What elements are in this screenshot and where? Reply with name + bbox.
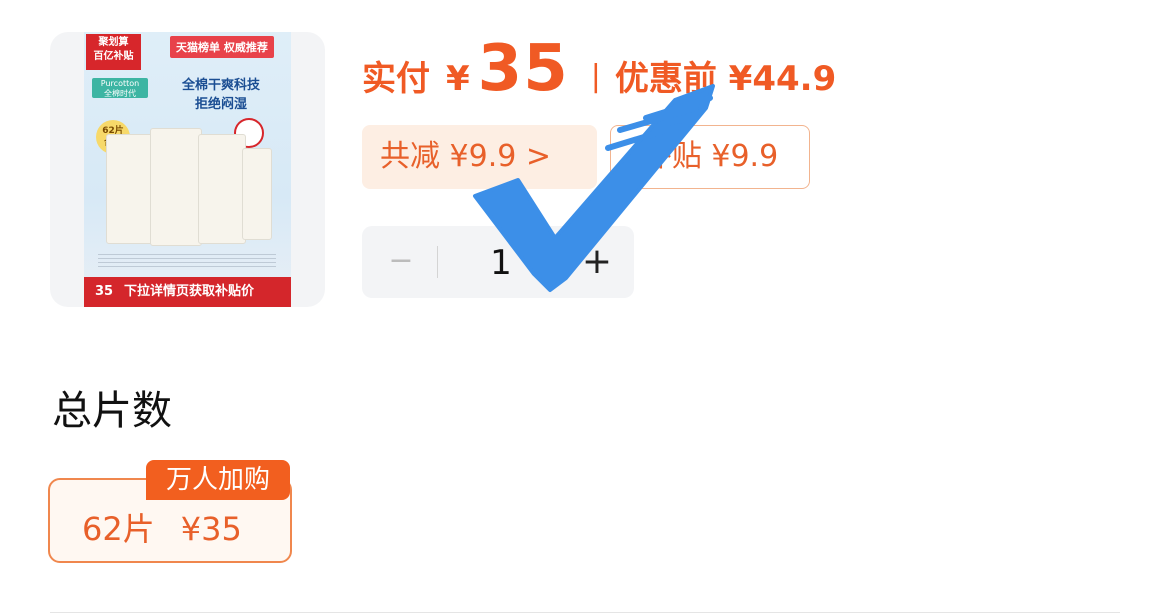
paid-label: 实付 [362, 59, 430, 99]
banner-text: 下拉详情页获取补贴价 [124, 284, 255, 299]
image-bottom-banner: 35 下拉详情页获取补贴价 [84, 277, 291, 307]
ranking-tag: 天猫榜单 权威推荐 [170, 36, 274, 58]
currency-symbol: ¥ [446, 59, 470, 99]
banner-price: 35 [94, 284, 114, 299]
price-separator: | [590, 59, 601, 94]
product-image[interactable]: 聚划算 百亿补贴 天猫榜单 权威推荐 Purcotton 全棉时代 全棉干爽科技… [84, 32, 291, 307]
total-discount-chip[interactable]: 共减 ¥9.9 > [362, 125, 597, 189]
paid-price: 35 [477, 32, 569, 106]
price-summary: 实付 ¥ 35 | 优惠前 ¥44.9 [362, 32, 837, 106]
decrease-button[interactable]: − [382, 226, 420, 298]
sku-option-text: 62片 ¥35 [82, 504, 242, 550]
quantity-value[interactable]: 1 [472, 226, 530, 298]
product-thumbnail-card[interactable]: 聚划算 百亿补贴 天猫榜单 权威推荐 Purcotton 全棉时代 全棉干爽科技… [50, 32, 325, 307]
product-packs-illustration [106, 128, 272, 248]
popular-badge: 万人加购 [146, 460, 290, 500]
section-title: 总片数 [52, 388, 172, 434]
promo-ribbon: 聚划算 百亿补贴 [86, 34, 141, 70]
subsidy-chip: 补贴 ¥9.9 [610, 125, 810, 189]
divider [50, 612, 1120, 613]
stepper-divider [437, 246, 438, 278]
increase-button[interactable]: + [577, 226, 617, 298]
slogan-line-2: 拒绝闷湿 [195, 97, 248, 112]
slogan-line-1: 全棉干爽科技 [182, 78, 261, 93]
product-slogan: 全棉干爽科技 拒绝闷湿 [182, 76, 260, 114]
brand-logo: Purcotton 全棉时代 [92, 78, 148, 98]
sku-price: ¥35 [180, 510, 242, 548]
original-price: 优惠前 ¥44.9 [614, 59, 837, 99]
quantity-stepper: − 1 + [362, 226, 634, 298]
sku-count: 62片 [82, 510, 155, 548]
fine-print [98, 254, 276, 270]
